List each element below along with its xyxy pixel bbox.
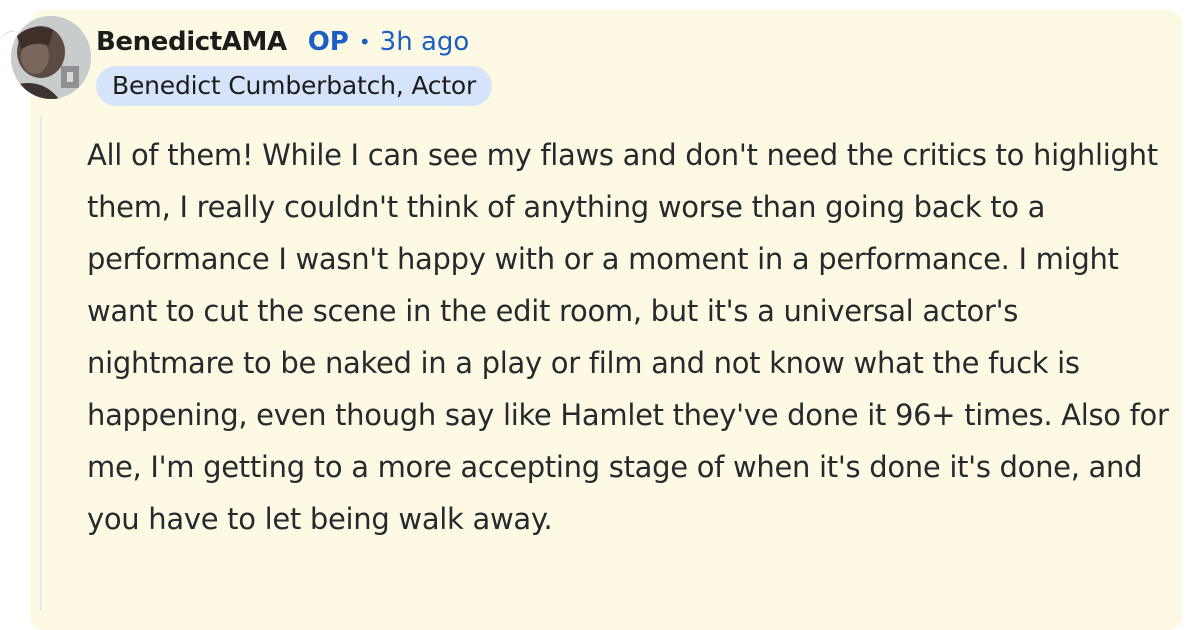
op-badge: OP bbox=[307, 27, 349, 57]
comment-text: All of them! While I can see my flaws an… bbox=[87, 138, 1169, 536]
thread-curve bbox=[0, 30, 14, 46]
comment-body: All of them! While I can see my flaws an… bbox=[87, 129, 1172, 545]
avatar[interactable] bbox=[11, 16, 91, 99]
comment-header: BenedictAMA OP • 3h ago bbox=[96, 24, 469, 60]
username[interactable]: BenedictAMA bbox=[96, 27, 287, 57]
thread-line[interactable] bbox=[40, 115, 42, 611]
separator-dot: • bbox=[358, 30, 371, 54]
user-flair: Benedict Cumberbatch, Actor bbox=[96, 66, 493, 106]
avatar-photo-icon bbox=[11, 16, 91, 99]
timestamp[interactable]: 3h ago bbox=[380, 27, 470, 57]
